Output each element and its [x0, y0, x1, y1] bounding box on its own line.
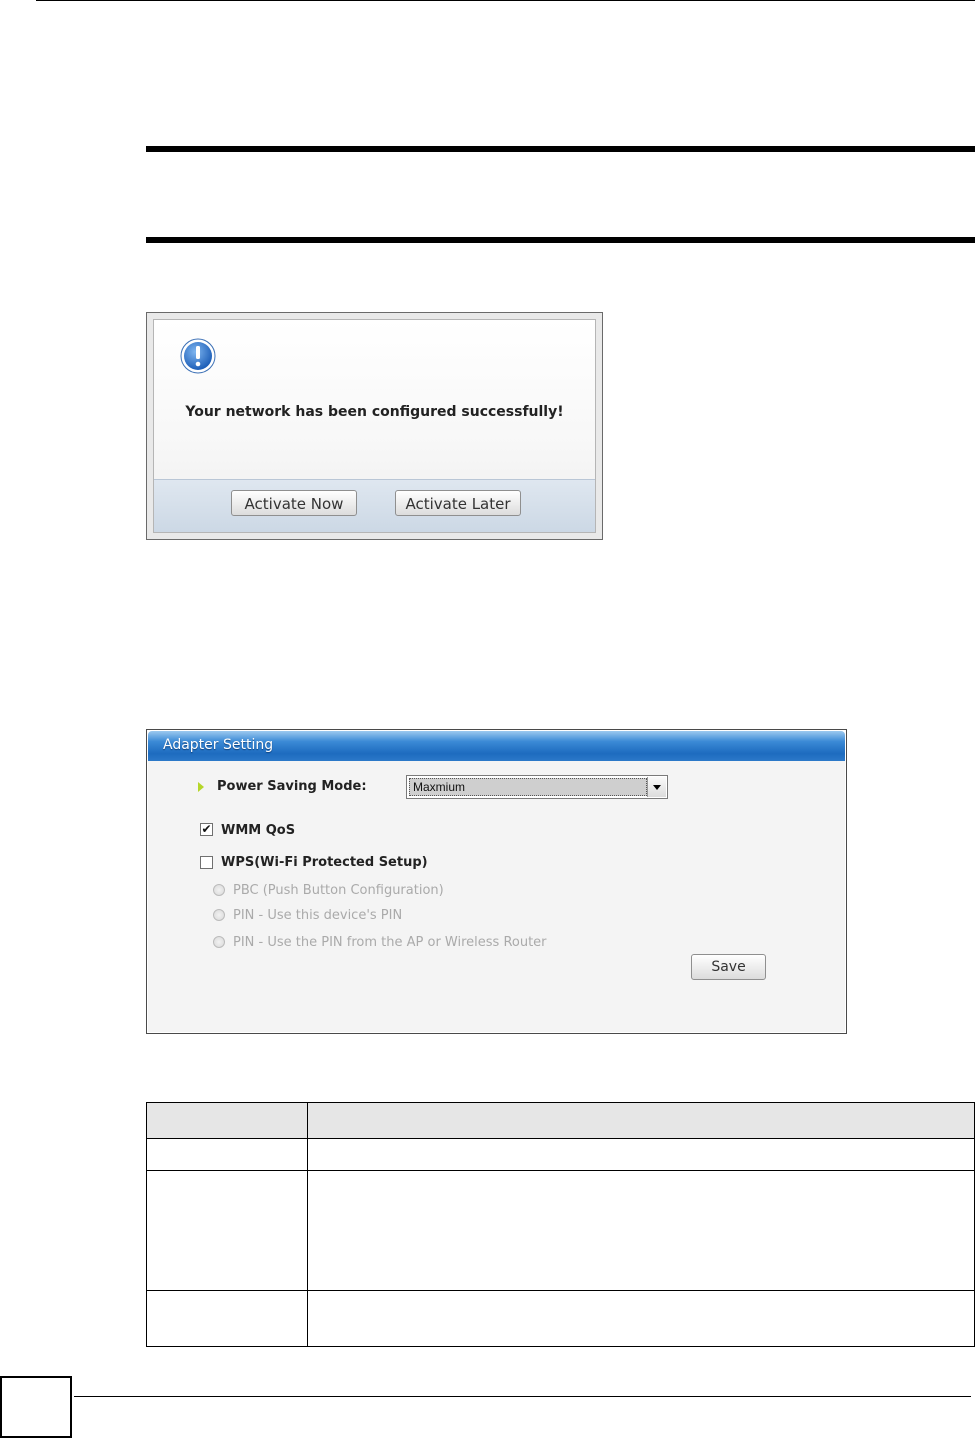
table-header-row: [146, 1102, 975, 1139]
wps-pbc-label: PBC (Push Button Configuration): [233, 883, 444, 898]
note-bottom-rule: [146, 237, 975, 243]
power-saving-mode-label: Power Saving Mode:: [217, 779, 367, 794]
table-cell: [146, 1290, 308, 1347]
adapter-setting-panel: Adapter Setting Power Saving Mode: Maxmi…: [146, 729, 847, 1034]
power-saving-mode-select[interactable]: Maxmium: [406, 775, 668, 799]
table-cell: [307, 1170, 975, 1291]
page-top-rule: [36, 0, 975, 1]
table-cell: [307, 1138, 975, 1171]
table-cell: [307, 1290, 975, 1347]
power-saving-mode-value: Maxmium: [409, 778, 647, 796]
wps-pin-ap-label: PIN - Use the PIN from the AP or Wireles…: [233, 935, 547, 950]
panel-header: Adapter Setting: [148, 731, 845, 761]
table-cell: [146, 1170, 308, 1291]
panel-title: Adapter Setting: [163, 737, 274, 753]
chevron-down-icon[interactable]: [647, 777, 666, 797]
wps-pin-device-radio[interactable]: [213, 909, 225, 921]
wps-pin-ap-radio[interactable]: [213, 936, 225, 948]
wps-pbc-radio[interactable]: [213, 884, 225, 896]
wmm-qos-label: WMM QoS: [221, 823, 296, 838]
footer-rule: [74, 1396, 971, 1397]
activate-now-button[interactable]: Activate Now: [231, 490, 357, 516]
dialog-message: Your network has been configured success…: [185, 404, 564, 420]
dialog-button-bar: Activate Now Activate Later: [154, 479, 595, 532]
activate-later-button[interactable]: Activate Later: [395, 490, 521, 516]
table-cell: [146, 1138, 308, 1171]
success-dialog: Your network has been configured success…: [146, 312, 603, 540]
wmm-qos-checkbox[interactable]: ✔: [200, 823, 213, 836]
page-number-box: [0, 1376, 72, 1438]
wps-pin-device-label: PIN - Use this device's PIN: [233, 908, 403, 923]
arrow-bullet-icon: [198, 782, 204, 792]
save-button[interactable]: Save: [691, 954, 766, 980]
table-row: [146, 1290, 975, 1347]
wps-checkbox[interactable]: [200, 856, 213, 869]
table-row: [146, 1170, 975, 1291]
note-top-rule: [146, 146, 975, 152]
info-exclamation-icon: [180, 338, 216, 374]
table-header-label: [146, 1102, 308, 1139]
table-header-description: [307, 1102, 975, 1139]
field-description-table: [146, 1102, 975, 1347]
dialog-content: Your network has been configured success…: [153, 319, 596, 533]
wps-label: WPS(Wi-Fi Protected Setup): [221, 855, 428, 870]
table-row: [146, 1138, 975, 1171]
